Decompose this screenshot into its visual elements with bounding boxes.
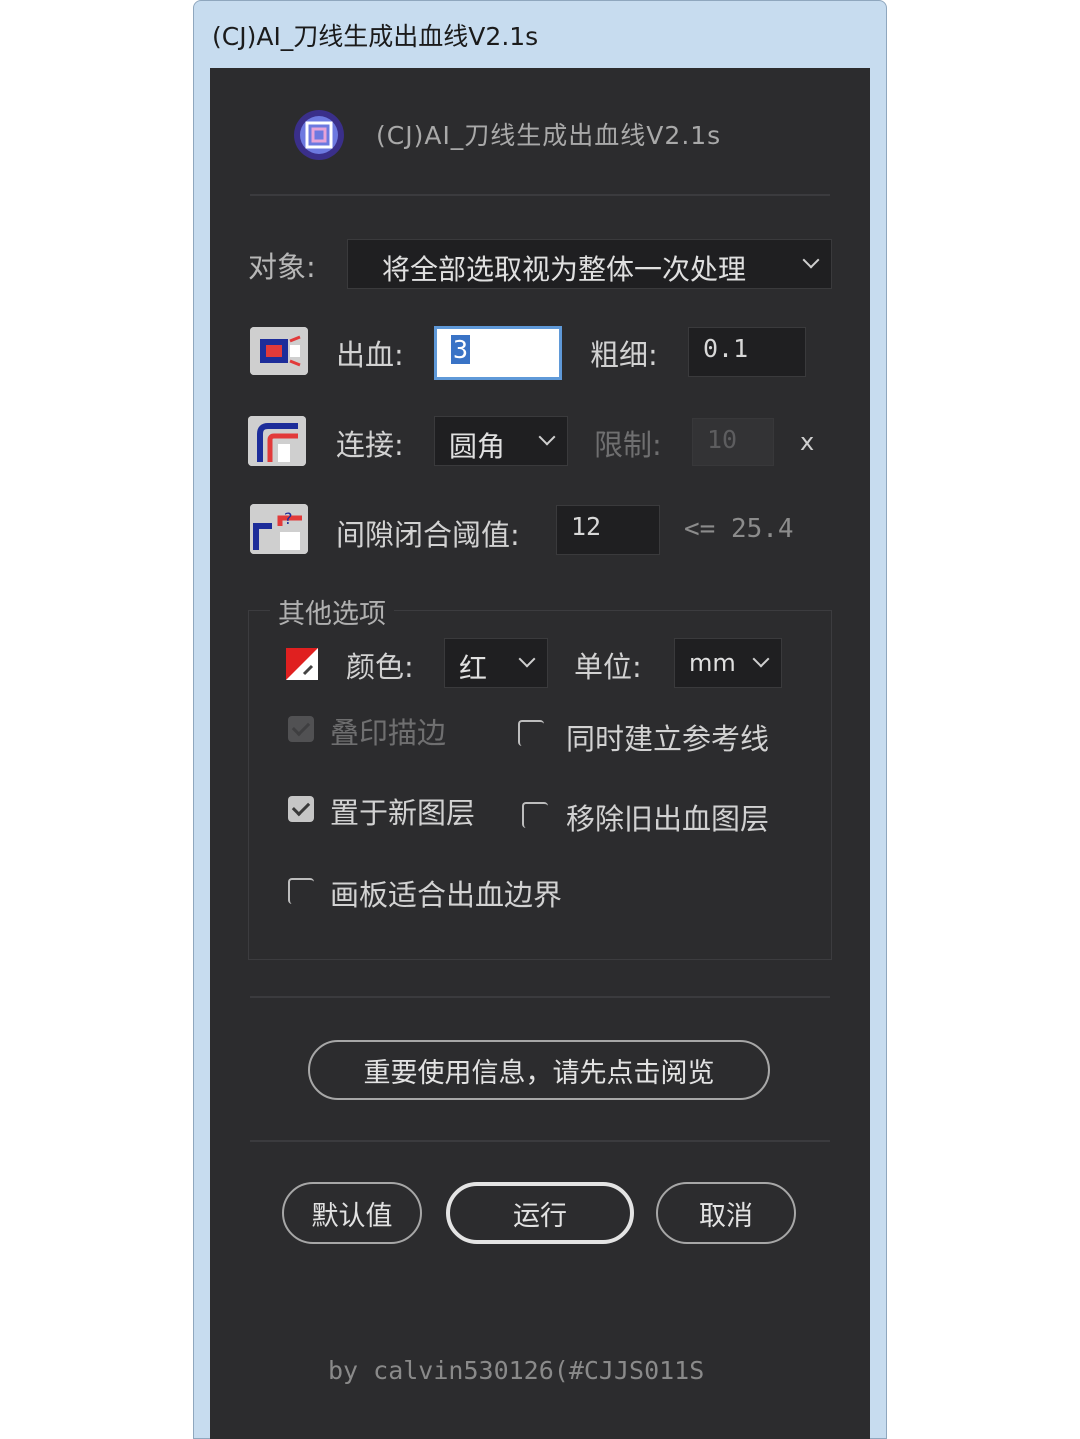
limit-label: 限制: bbox=[594, 428, 662, 462]
bleed-label: 出血: bbox=[336, 338, 404, 372]
unit-select[interactable]: mm bbox=[674, 638, 782, 688]
app-logo-icon bbox=[294, 110, 344, 160]
run-button[interactable]: 运行 bbox=[446, 1182, 634, 1244]
target-select[interactable]: 将全部选取视为整体一次处理 bbox=[347, 239, 832, 289]
cancel-button[interactable]: 取消 bbox=[656, 1182, 796, 1244]
chevron-down-icon bbox=[518, 650, 536, 668]
limit-input: 10 bbox=[692, 418, 774, 466]
bleed-value: 3 bbox=[451, 335, 471, 364]
target-select-value: 将全部选取视为整体一次处理 bbox=[382, 253, 747, 286]
svg-text:?: ? bbox=[284, 509, 293, 528]
weight-label: 粗细: bbox=[590, 338, 658, 372]
gap-input[interactable]: 12 bbox=[556, 505, 660, 555]
color-select[interactable]: 红 bbox=[444, 638, 548, 688]
gap-icon: ? bbox=[250, 504, 308, 554]
unit-select-value: mm bbox=[689, 649, 736, 677]
reference-checkbox[interactable] bbox=[518, 720, 544, 746]
color-swatch-icon bbox=[286, 648, 318, 684]
join-icon bbox=[248, 416, 306, 466]
default-button[interactable]: 默认值 bbox=[282, 1182, 422, 1244]
info-button[interactable]: 重要使用信息，请先点击阅览 bbox=[308, 1040, 770, 1100]
chevron-down-icon bbox=[802, 251, 820, 269]
join-select-value: 圆角 bbox=[449, 430, 506, 463]
divider-2 bbox=[250, 1140, 830, 1142]
limit-suffix: x bbox=[800, 428, 815, 456]
join-select[interactable]: 圆角 bbox=[434, 416, 568, 466]
gap-label: 间隙闭合阈值: bbox=[336, 518, 520, 552]
window-title: (CJ)AI_刀线生成出血线V2.1s bbox=[212, 22, 539, 51]
divider-1 bbox=[250, 996, 830, 998]
header-divider bbox=[250, 194, 830, 196]
bleed-input[interactable]: 3 bbox=[434, 326, 562, 380]
new-layer-label[interactable]: 置于新图层 bbox=[330, 790, 475, 832]
artboard-label[interactable]: 画板适合出血边界 bbox=[330, 872, 562, 914]
color-label: 颜色: bbox=[346, 650, 414, 684]
color-select-value: 红 bbox=[459, 652, 488, 685]
other-options-legend: 其他选项 bbox=[270, 592, 394, 631]
chevron-down-icon bbox=[538, 428, 556, 446]
unit-label: 单位: bbox=[574, 650, 642, 684]
bleed-icon bbox=[250, 327, 308, 375]
gap-max: <= 25.4 bbox=[684, 514, 794, 544]
weight-input[interactable]: 0.1 bbox=[688, 327, 806, 377]
remove-old-checkbox[interactable] bbox=[522, 802, 548, 828]
reference-label[interactable]: 同时建立参考线 bbox=[566, 716, 769, 758]
artboard-checkbox[interactable] bbox=[288, 878, 314, 904]
target-label: 对象: bbox=[248, 250, 316, 284]
footer-credit: by calvin530126(#CJJS011S bbox=[328, 1356, 705, 1385]
header-title: (CJ)AI_刀线生成出血线V2.1s bbox=[376, 121, 722, 150]
remove-old-label[interactable]: 移除旧出血图层 bbox=[566, 796, 769, 838]
dialog-panel: (CJ)AI_刀线生成出血线V2.1s 对象: 将全部选取视为整体一次处理 出血… bbox=[210, 68, 870, 1439]
chevron-down-icon bbox=[752, 650, 770, 668]
join-label: 连接: bbox=[336, 428, 404, 462]
new-layer-checkbox[interactable] bbox=[288, 796, 314, 822]
overprint-label: 叠印描边 bbox=[330, 716, 447, 750]
overprint-checkbox bbox=[288, 716, 314, 742]
